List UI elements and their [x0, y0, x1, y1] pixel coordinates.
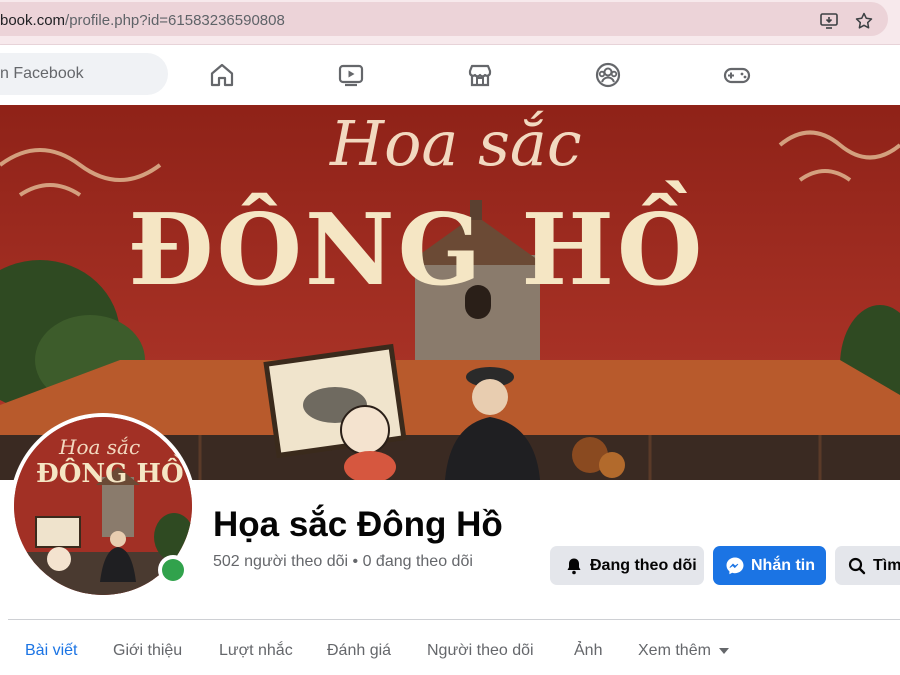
tab-posts-label: Bài viết	[25, 642, 78, 659]
video-icon[interactable]	[335, 59, 367, 91]
install-app-icon[interactable]	[818, 10, 840, 32]
message-label: Nhắn tin	[751, 556, 815, 574]
tab-posts[interactable]: Bài viết	[25, 642, 77, 660]
caret-down-icon	[718, 647, 729, 654]
tab-about[interactable]: Giới thiệu	[113, 642, 182, 660]
cover-script-title: Hoa sắc	[330, 107, 582, 180]
tab-about-label: Giới thiệu	[113, 642, 183, 659]
tab-reviews[interactable]: Đánh giá	[327, 642, 391, 660]
facebook-search[interactable]	[0, 53, 168, 95]
home-icon[interactable]	[206, 59, 238, 91]
url-text[interactable]: book.com/profile.php?id=61583236590808	[0, 12, 285, 29]
following-button[interactable]: Đang theo dõi	[550, 546, 704, 585]
follower-count[interactable]: 502 người theo dõi • 0 đang theo dõi	[213, 553, 473, 571]
bell-icon	[564, 556, 584, 576]
message-button[interactable]: Nhắn tin	[713, 546, 826, 585]
search-input[interactable]	[0, 53, 165, 95]
groups-icon[interactable]	[592, 59, 624, 91]
search-label: Tìm	[873, 556, 900, 574]
tab-more-label: Xem thêm	[638, 642, 711, 659]
gaming-icon[interactable]	[721, 59, 753, 91]
search-icon	[847, 556, 867, 576]
following-label: Đang theo dõi	[590, 556, 697, 574]
profile-name: Họa sắc Đông Hồ	[213, 505, 503, 544]
avatar-script-title: Hoa sắc	[59, 435, 141, 459]
messenger-icon	[725, 556, 745, 576]
tab-photos-label: Ảnh	[574, 642, 603, 659]
url-domain: book.com	[0, 12, 66, 29]
avatar-main-title: ĐÔNG HỒ	[36, 459, 184, 489]
tab-reviews-label: Đánh giá	[327, 642, 392, 659]
search-profile-button[interactable]: Tìm	[835, 546, 900, 585]
tab-mentions[interactable]: Lượt nhắc	[219, 642, 293, 660]
address-bar[interactable]: book.com/profile.php?id=61583236590808	[0, 2, 888, 36]
url-path: /profile.php?id=61583236590808	[65, 12, 285, 29]
online-status-indicator	[158, 555, 188, 585]
browser-toolbar: book.com/profile.php?id=61583236590808	[0, 0, 900, 45]
bookmark-star-icon[interactable]	[853, 10, 875, 32]
cover-main-title: ĐÔNG HỒ	[128, 193, 706, 308]
tab-photos[interactable]: Ảnh	[574, 642, 602, 660]
marketplace-icon[interactable]	[464, 59, 496, 91]
facebook-top-nav	[0, 45, 900, 105]
tab-more[interactable]: Xem thêm	[638, 642, 729, 660]
tab-mentions-label: Lượt nhắc	[219, 642, 293, 659]
tab-followers-label: Người theo dõi	[427, 642, 534, 659]
profile-tabs: Bài viết Giới thiệu Lượt nhắc Đánh giá N…	[0, 620, 900, 675]
tab-followers[interactable]: Người theo dõi	[427, 642, 534, 660]
profile-avatar[interactable]: Hoa sắc ĐÔNG HỒ	[10, 413, 196, 599]
